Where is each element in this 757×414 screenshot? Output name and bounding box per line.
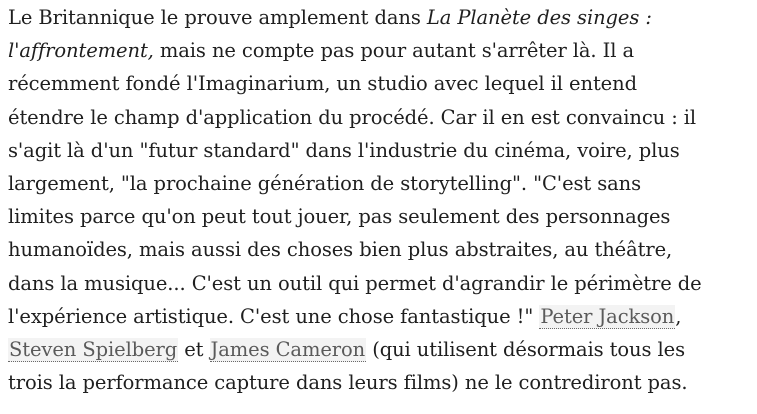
paragraph-line: Le Britannique le prouve amplement dans …	[8, 1, 753, 34]
link-steven-spielberg[interactable]: Steven Spielberg	[8, 338, 179, 363]
paragraph-line: dans la musique... C'est un outil qui pe…	[8, 271, 702, 295]
paragraph-line: Steven Spielberg et James Cameron (qui u…	[8, 333, 753, 366]
text-segment: (qui utilisent désormais tous les	[366, 338, 685, 362]
paragraph-line: s'agit là d'un "futur standard" dans l'i…	[8, 138, 680, 162]
paragraph-line: étendre le champ d'application du procéd…	[8, 105, 697, 129]
paragraph-line: humanoïdes, mais aussi des choses bien p…	[8, 238, 673, 262]
text-segment: l'expérience artistique. C'est une chose…	[8, 304, 540, 328]
paragraph-line: trois la performance capture dans leurs …	[8, 371, 688, 395]
text-segment: et	[178, 338, 210, 362]
text-segment: Le Britannique le prouve amplement dans	[8, 6, 427, 29]
link-peter-jackson[interactable]: Peter Jackson	[539, 304, 676, 329]
article-paragraph: Le Britannique le prouve amplement dans …	[8, 1, 753, 399]
paragraph-line: récemment fondé l'Imaginarium, un studio…	[8, 72, 637, 96]
text-segment: ,	[675, 304, 682, 328]
paragraph-line: largement, "la prochaine génération de s…	[8, 172, 642, 196]
paragraph-line: l'affrontement, mais ne compte pas pour …	[8, 34, 753, 67]
text-segment: mais ne compte pas pour autant s'arrêter…	[153, 39, 634, 63]
paragraph-line: limites parce qu'on peut tout jouer, pas…	[8, 205, 671, 229]
paragraph-line: l'expérience artistique. C'est une chose…	[8, 300, 753, 333]
film-title-italic: La Planète des singes :	[426, 6, 652, 29]
film-title-italic: l'affrontement,	[8, 39, 154, 63]
link-james-cameron[interactable]: James Cameron	[209, 338, 367, 363]
